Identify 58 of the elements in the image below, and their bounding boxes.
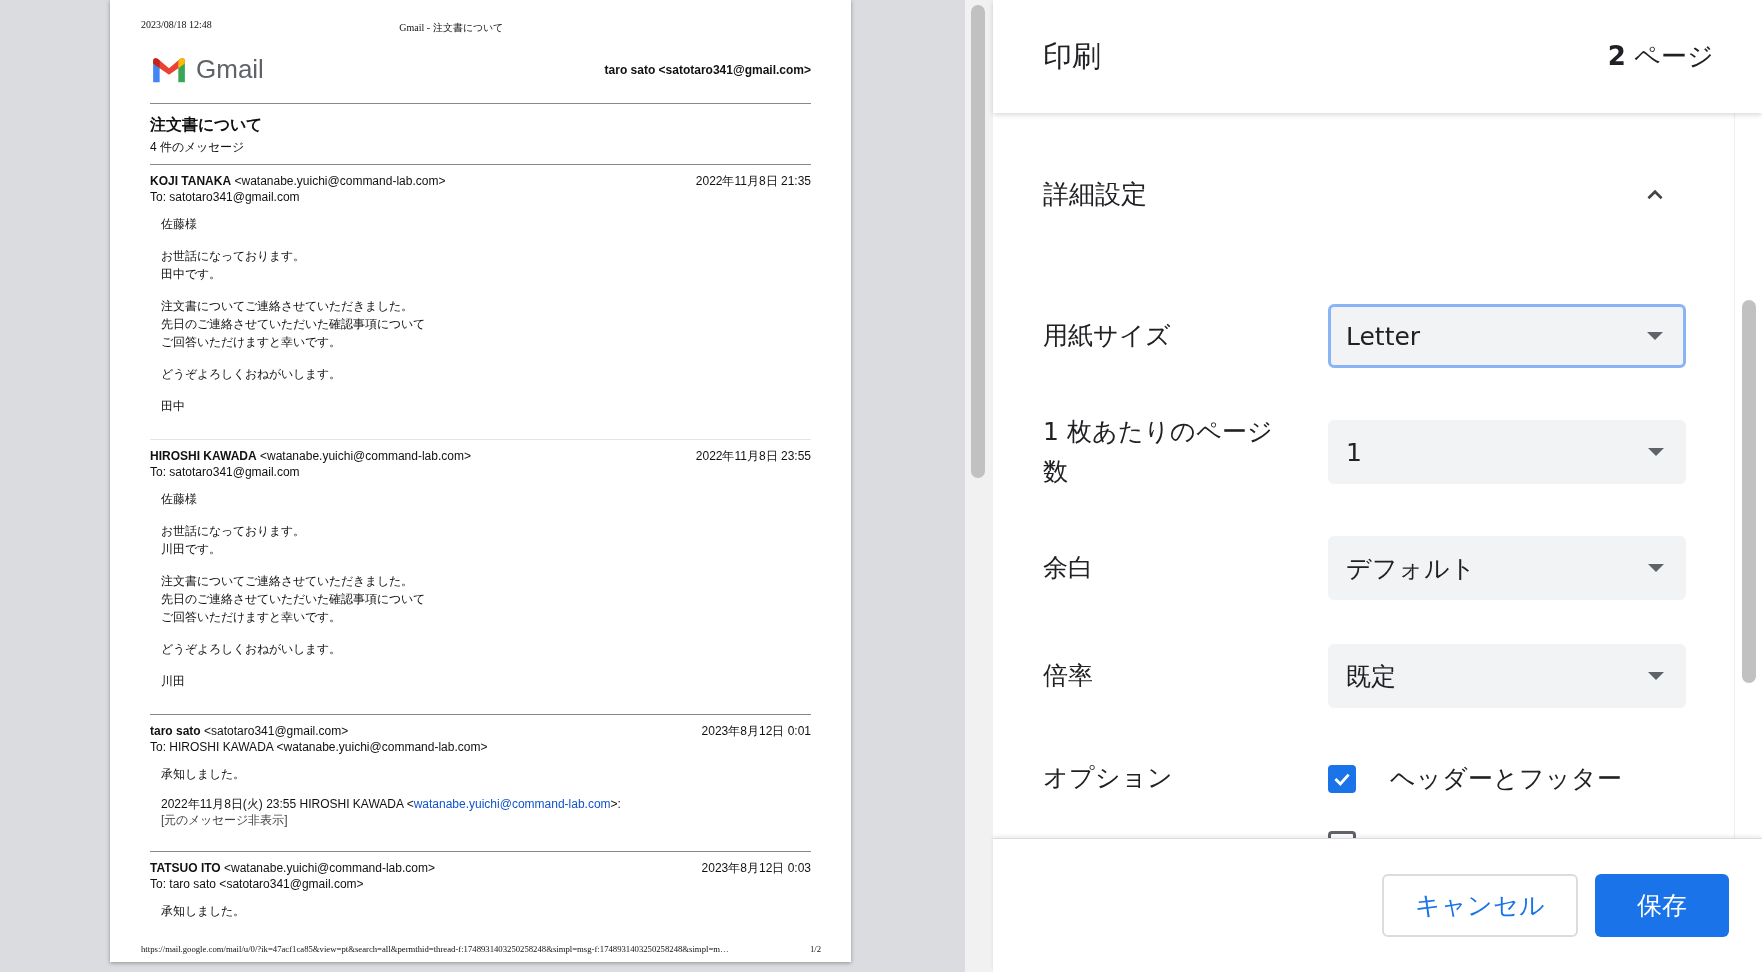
thread-subject: 注文書について <box>150 115 263 135</box>
recipient: To: HIROSHI KAWADA <watanabe.yuichi@command-lab.com> <box>150 739 489 755</box>
setting-label: オプション <box>1043 762 1174 794</box>
setting-label: 倍率 <box>1043 660 1094 692</box>
message-paragraph: どうぞよろしくおねがいします。 <box>161 641 342 658</box>
recipient: To: taro sato <satotaro341@gmail.com> <box>150 876 365 892</box>
quote-header: 2022年11月8日(火) 23:55 HIROSHI KAWADA <watanabe.yuichi@command-lab.com>: <box>161 796 622 813</box>
sender: TATSUO ITO <watanabe.yuichi@command-lab.com> <box>150 860 435 876</box>
message-paragraph: 田中 <box>161 398 186 415</box>
message-count: 4 件のメッセージ <box>150 139 245 156</box>
advanced-settings-toggle[interactable]: 詳細設定 <box>1043 177 1734 212</box>
sender: KOJI TANAKA <watanabe.yuichi@command-lab.com> <box>150 173 446 189</box>
dropdown[interactable]: 1 <box>1328 420 1686 484</box>
email-link[interactable]: watanabe.yuichi@command-lab.com <box>413 797 611 811</box>
sender: taro sato <satotaro341@gmail.com> <box>150 723 349 739</box>
gmail-logo-icon <box>150 55 188 84</box>
message-paragraph: お世話になっております。 田中です。 <box>161 248 306 283</box>
checkbox-label: ヘッダーとフッター <box>1390 763 1622 795</box>
message-paragraph: 注文書についてご連絡させていただきました。 先日のご連絡させていただいた確認事項について ご回答いただけますと幸いです。 <box>161 298 426 351</box>
print-date: 2023/08/18 12:48 <box>141 19 212 32</box>
cancel-button[interactable]: キャンセル <box>1382 874 1578 937</box>
caret-icon <box>1646 562 1666 574</box>
message-paragraph: 佐藤様 <box>161 216 198 233</box>
setting-label: 余白 <box>1043 552 1094 584</box>
caret-icon <box>1646 446 1666 458</box>
hidden-message-note[interactable]: [元のメッセージ非表示] <box>161 811 811 829</box>
scrollbar-thumb[interactable] <box>971 5 985 478</box>
scrollbar-thumb[interactable] <box>1742 300 1756 683</box>
message-paragraph: お世話になっております。 川田です。 <box>161 523 306 558</box>
message-date: 2022年11月8日 23:55 <box>695 448 811 464</box>
page-count: 2 ページ <box>1607 40 1714 73</box>
print-page-number: 1/2 <box>809 944 821 954</box>
print-url: https://mail.google.com/mail/u/0/?ik=47acf1ca85&view=pt&search=all&permthid=thread-f:1748931403250258248&simpl=msg-f:1748931403250258248&simpl=m… <box>141 944 729 954</box>
message-paragraph: どうぞよろしくおねがいします。 <box>161 366 342 383</box>
sender: HIROSHI KAWADA <watanabe.yuichi@command-lab.com> <box>150 448 471 464</box>
dialog-title: 印刷 <box>1043 37 1101 75</box>
checkbox[interactable] <box>1328 764 1356 793</box>
dropdown[interactable]: デフォルト <box>1328 536 1686 600</box>
recipient: To: satotaro341@gmail.com <box>150 189 301 205</box>
dropdown[interactable]: Letter <box>1328 304 1686 368</box>
dropdown[interactable]: 既定 <box>1328 644 1686 708</box>
save-button[interactable]: 保存 <box>1595 874 1729 937</box>
caret-icon <box>1645 330 1665 342</box>
recipient: To: satotaro341@gmail.com <box>150 464 301 480</box>
setting-label: 1 枚あたりのページ数 <box>1043 416 1274 488</box>
message-date: 2023年8月12日 0:03 <box>701 860 811 876</box>
caret-icon <box>1646 670 1666 682</box>
setting-label: 用紙サイズ <box>1043 320 1172 352</box>
print-page-title: Gmail - 注文書について <box>399 21 503 35</box>
message-paragraph: 注文書についてご連絡させていただきました。 先日のご連絡させていただいた確認事項について ご回答いただけますと幸いです。 <box>161 573 426 626</box>
message-paragraph: 承知しました。 <box>161 766 246 783</box>
message-paragraph: 川田 <box>161 673 186 690</box>
gmail-wordmark: Gmail <box>196 54 264 85</box>
account-name: taro sato <satotaro341@gmail.com> <box>604 62 811 77</box>
message-paragraph: 承知しました。 <box>161 903 246 920</box>
message-date: 2023年8月12日 0:01 <box>701 723 811 739</box>
message-paragraph: 佐藤様 <box>161 491 198 508</box>
message-date: 2022年11月8日 21:35 <box>695 173 811 189</box>
